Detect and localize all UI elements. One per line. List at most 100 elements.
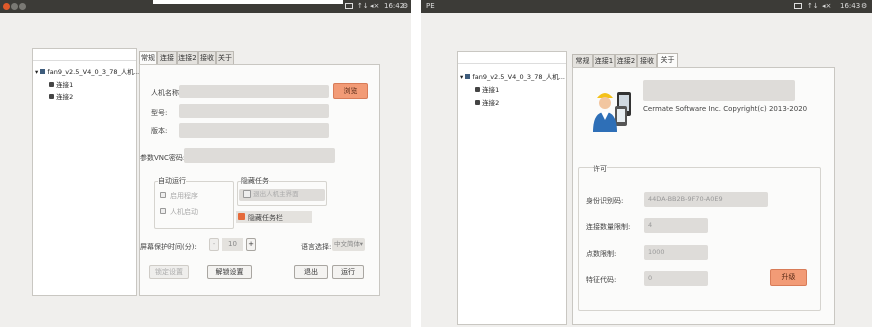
tab-connection1[interactable]: 连接1: [157, 51, 177, 74]
connections-limit-field: 4: [644, 218, 708, 233]
points-limit-field: 1000: [644, 245, 708, 260]
keyboard-icon[interactable]: [345, 3, 353, 9]
logo-banner: [643, 80, 795, 101]
screenshot-divider: [411, 0, 421, 327]
connection-icon: [49, 82, 54, 87]
model-field: [179, 104, 329, 118]
right-window: ▾ fan9_v2.5_V4_0_3_78_人机... 连接1 连接2 常规 连…: [421, 13, 872, 327]
left-top-panel: ↑↓ ◂× 16:42 ⚙: [0, 0, 411, 13]
screensaver-label: 屏幕保护时间(分):: [140, 243, 197, 251]
tab-connection2[interactable]: 连接2: [177, 51, 198, 64]
right-top-panel: PE ↑↓ ◂× 16:43 ⚙: [421, 0, 872, 13]
tree-item-label: 连接1: [56, 81, 74, 89]
tree-item-label: 连接1: [482, 86, 500, 94]
screensaver-value[interactable]: 10: [222, 238, 243, 251]
volume-icon[interactable]: ◂×: [370, 2, 379, 10]
gear-icon[interactable]: ⚙: [861, 2, 867, 10]
tree-search-field[interactable]: [458, 52, 566, 64]
general-tab-panel: 人机名称: 浏览 型号: 版本: 参数VNC密码: 自动运行 启用程序 人机启动…: [139, 64, 380, 296]
tree-item-connection1[interactable]: 连接1: [49, 79, 73, 89]
tab-about[interactable]: 关于: [216, 51, 234, 64]
vnc-password-label: 参数VNC密码:: [140, 154, 186, 162]
connections-limit-label: 连接数量限制:: [586, 223, 631, 231]
tab-receive[interactable]: 接收: [198, 51, 216, 64]
tree-search-field[interactable]: [33, 49, 136, 61]
autorun-title: 自动运行: [158, 176, 186, 186]
tab-general[interactable]: 常规: [139, 51, 157, 65]
screensaver-plus-button[interactable]: +: [246, 238, 256, 251]
gear-icon[interactable]: ⚙: [402, 2, 408, 10]
tree-item-connection1[interactable]: 连接1: [475, 84, 499, 94]
exit-main-ui-option[interactable]: 退出人机主界面: [239, 189, 325, 201]
lock-settings-button[interactable]: 锁定设置: [149, 265, 189, 279]
model-label: 型号:: [151, 109, 168, 117]
vnc-password-field[interactable]: [184, 148, 335, 163]
title-strip: [153, 0, 343, 4]
device-id-label: 身份识别码:: [586, 197, 624, 205]
volume-icon[interactable]: ◂×: [822, 2, 831, 10]
hide-taskbar-label: 隐藏任务栏: [248, 214, 283, 222]
screensaver-minus-button[interactable]: -: [209, 238, 219, 251]
tab-connection2[interactable]: 连接2: [615, 54, 637, 67]
tree-root[interactable]: ▾ fan9_v2.5_V4_0_3_78_人机...: [35, 66, 140, 76]
language-value: 中文简体: [334, 240, 360, 248]
tree-item-connection2[interactable]: 连接2: [475, 97, 499, 107]
hmi-name-label: 人机名称:: [151, 89, 182, 97]
project-icon: [40, 69, 46, 74]
copyright-text: Cermate Software Inc. Copyright(c) 2013-…: [643, 105, 808, 113]
keyboard-icon[interactable]: [794, 3, 802, 9]
feature-code-label: 特征代码:: [586, 276, 617, 284]
points-limit-label: 点数限制:: [586, 250, 617, 258]
tab-general[interactable]: 常规: [572, 54, 593, 67]
hmi-name-field[interactable]: [179, 85, 329, 98]
engineer-logo-icon: [593, 86, 633, 134]
expand-arrow-icon[interactable]: ▾: [35, 68, 38, 76]
close-window-icon[interactable]: [3, 3, 10, 10]
language-select[interactable]: 中文简体 ▾: [332, 238, 365, 251]
enable-program-checkbox[interactable]: [160, 192, 166, 198]
unlock-settings-button[interactable]: 解锁设置: [207, 265, 252, 279]
maximize-window-icon[interactable]: [19, 3, 26, 10]
hide-task-title: 隐藏任务: [241, 176, 269, 186]
exit-main-ui-label: 退出人机主界面: [253, 190, 299, 198]
exit-button[interactable]: 退出: [294, 265, 328, 279]
exit-main-ui-checkbox[interactable]: [243, 190, 251, 198]
hide-taskbar-row[interactable]: 隐藏任务栏: [236, 211, 312, 223]
license-group: [578, 167, 821, 311]
device-id-field: 44DA-BB2B-9F70-A0E9: [644, 192, 768, 207]
version-field: [179, 123, 329, 138]
chevron-down-icon: ▾: [359, 240, 363, 248]
run-button[interactable]: 运行: [332, 265, 364, 279]
autorun-group: [154, 181, 234, 229]
window-title: PE: [426, 2, 435, 10]
tree-item-label: 连接2: [56, 93, 74, 101]
tab-connection1[interactable]: 连接1: [593, 54, 615, 67]
tree-root-label: fan9_v2.5_V4_0_3_78_人机...: [47, 68, 140, 76]
connection-icon: [475, 100, 480, 105]
feature-code-field: 0: [644, 271, 708, 286]
hmi-startup-label: 人机启动: [170, 208, 198, 216]
version-label: 版本:: [151, 127, 168, 135]
tree-item-connection2[interactable]: 连接2: [49, 91, 73, 101]
hide-taskbar-checkbox[interactable]: [238, 213, 245, 220]
clock[interactable]: 16:43: [840, 2, 860, 10]
tab-about[interactable]: 关于: [657, 53, 678, 67]
expand-arrow-icon[interactable]: ▾: [460, 73, 463, 81]
enable-program-label: 启用程序: [170, 192, 198, 200]
network-icon[interactable]: ↑↓: [807, 2, 819, 10]
tree-root-label: fan9_v2.5_V4_0_3_78_人机...: [472, 73, 565, 81]
upgrade-button[interactable]: 升级: [770, 269, 807, 286]
language-label: 语言选择:: [301, 243, 332, 251]
minimize-window-icon[interactable]: [11, 3, 18, 10]
hmi-startup-checkbox[interactable]: [160, 208, 166, 214]
browse-button[interactable]: 浏览: [333, 83, 368, 99]
connection-icon: [49, 94, 54, 99]
network-icon[interactable]: ↑↓: [357, 2, 369, 10]
left-window: ▾ fan9_v2.5_V4_0_3_78_人机... 连接1 连接2 常规 连…: [0, 13, 411, 327]
connection-icon: [475, 87, 480, 92]
tab-receive[interactable]: 接收: [637, 54, 657, 67]
license-title: 许可: [593, 164, 607, 174]
project-icon: [465, 74, 471, 79]
tree-root[interactable]: ▾ fan9_v2.5_V4_0_3_78_人机...: [460, 71, 565, 81]
about-tab-panel: Cermate Software Inc. Copyright(c) 2013-…: [572, 67, 835, 325]
